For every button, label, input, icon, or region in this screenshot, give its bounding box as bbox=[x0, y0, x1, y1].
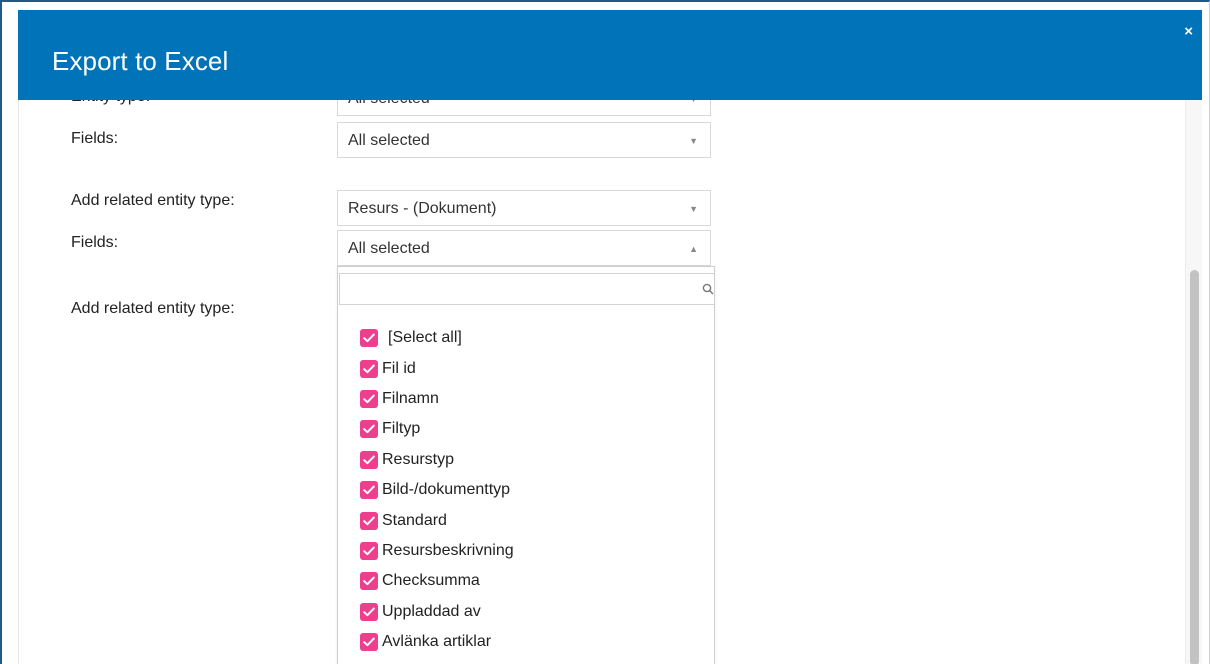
related-entity-select-1[interactable]: Resurs - (Dokument) ▼ bbox=[337, 190, 711, 226]
chevron-down-icon: ▼ bbox=[689, 136, 698, 146]
checkbox[interactable] bbox=[360, 359, 378, 378]
select-all-option[interactable]: [Select all] bbox=[360, 323, 514, 353]
option-label: Resursbeskrivning bbox=[382, 541, 514, 559]
fields-value-1: All selected bbox=[348, 132, 430, 149]
option-label: Checksumma bbox=[382, 572, 480, 590]
fields-label-2: Fields: bbox=[71, 234, 119, 251]
chevron-down-icon: ▼ bbox=[689, 204, 698, 214]
scrollbar-thumb[interactable] bbox=[1190, 270, 1199, 664]
check-icon bbox=[363, 424, 375, 434]
option-label: Bild-/dokumenttyp bbox=[382, 481, 511, 499]
checkbox[interactable] bbox=[360, 572, 378, 591]
list-item[interactable]: Filnamn bbox=[360, 384, 514, 414]
list-item[interactable]: Avlänka artiklar bbox=[360, 627, 514, 657]
checkbox[interactable] bbox=[360, 389, 378, 408]
check-icon bbox=[363, 364, 375, 373]
checkbox[interactable] bbox=[360, 541, 378, 560]
checkbox[interactable] bbox=[360, 420, 378, 439]
list-item[interactable]: Bild-/dokumenttyp bbox=[360, 475, 514, 505]
check-icon bbox=[363, 576, 375, 586]
option-label: Uppladdad av bbox=[382, 602, 481, 620]
export-dialog: Entity type: All selected ▼ Fields: All … bbox=[0, 0, 1210, 664]
fields-select-1[interactable]: All selected ▼ bbox=[337, 122, 711, 158]
dialog-title: Export to Excel bbox=[52, 46, 229, 76]
checkbox[interactable] bbox=[360, 329, 378, 348]
list-item[interactable]: Standard bbox=[360, 505, 514, 535]
fields-select-2[interactable]: All selected ▲ bbox=[337, 230, 711, 266]
check-icon bbox=[363, 455, 375, 464]
checkbox[interactable] bbox=[360, 511, 378, 530]
fields-value-2: All selected bbox=[348, 240, 430, 257]
check-icon bbox=[363, 485, 375, 495]
check-icon bbox=[363, 394, 375, 404]
list-item[interactable]: Resurstyp bbox=[360, 445, 514, 475]
option-label: Fil id bbox=[382, 359, 416, 377]
related-entity-label-2: Add related entity type: bbox=[71, 300, 235, 317]
related-entity-label-1: Add related entity type: bbox=[71, 192, 235, 209]
check-icon bbox=[363, 546, 375, 556]
check-icon bbox=[363, 637, 375, 647]
list-item[interactable]: Checksumma bbox=[360, 566, 514, 596]
related-entity-value-1: Resurs - (Dokument) bbox=[348, 200, 497, 217]
list-item[interactable]: Fil id bbox=[360, 353, 514, 383]
chevron-up-icon: ▲ bbox=[689, 244, 698, 254]
dropdown-options: [Select all] Fil id Filnamn Filtyp Resurstyp… bbox=[360, 323, 514, 657]
list-item[interactable]: Resursbeskrivning bbox=[360, 536, 514, 566]
list-item[interactable]: Uppladdad av bbox=[360, 597, 514, 627]
option-label: [Select all] bbox=[388, 329, 462, 347]
scrollbar[interactable] bbox=[1185, 100, 1202, 664]
check-icon bbox=[363, 516, 375, 525]
checkbox[interactable] bbox=[360, 450, 378, 469]
close-icon[interactable]: × bbox=[1184, 24, 1193, 39]
checkbox[interactable] bbox=[360, 481, 378, 500]
fields-label-1: Fields: bbox=[71, 130, 119, 147]
dropdown-search[interactable] bbox=[339, 273, 714, 305]
option-label: Resurstyp bbox=[382, 450, 455, 468]
option-label: Avlänka artiklar bbox=[382, 633, 492, 651]
option-label: Filnamn bbox=[382, 389, 439, 407]
dropdown-search-input[interactable] bbox=[340, 274, 714, 304]
search-icon bbox=[702, 283, 714, 295]
fields-dropdown-panel: [Select all] Fil id Filnamn Filtyp Resurstyp… bbox=[337, 266, 715, 664]
list-item[interactable]: Filtyp bbox=[360, 414, 514, 444]
check-icon bbox=[363, 607, 375, 616]
checkbox[interactable] bbox=[360, 602, 378, 621]
dialog-body: Entity type: All selected ▼ Fields: All … bbox=[18, 10, 1202, 664]
checkbox[interactable] bbox=[360, 633, 378, 652]
option-label: Filtyp bbox=[382, 420, 421, 438]
check-icon bbox=[363, 333, 375, 343]
option-label: Standard bbox=[382, 511, 447, 529]
dialog-header: Export to Excel bbox=[18, 10, 1202, 100]
